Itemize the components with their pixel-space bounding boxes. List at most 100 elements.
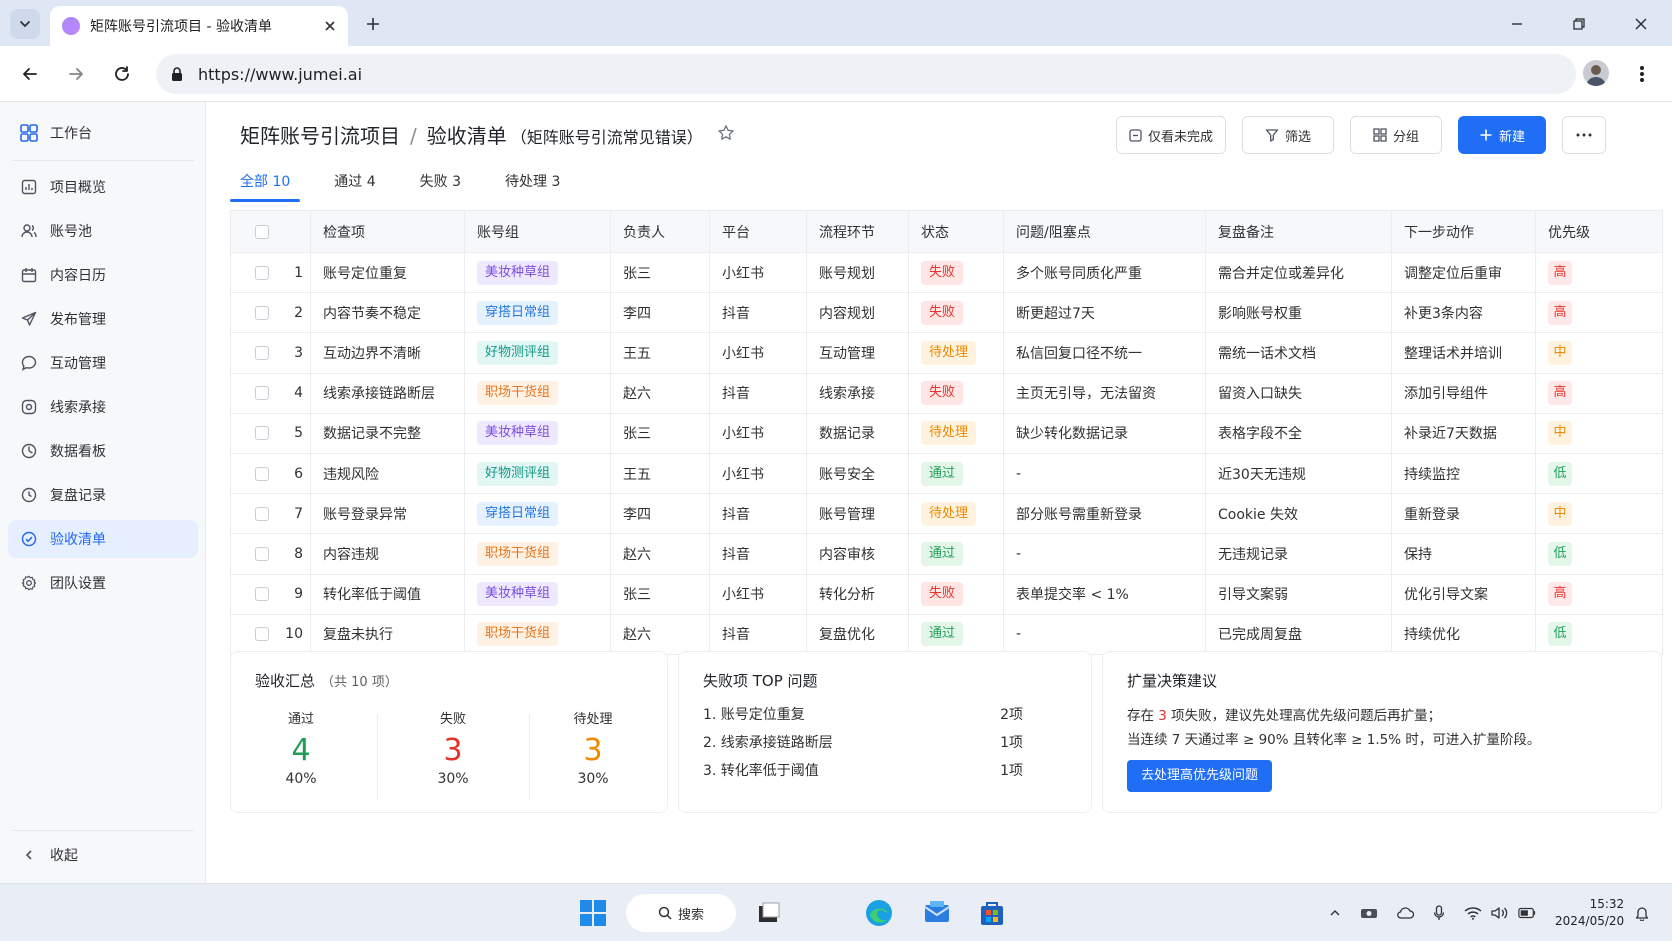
row-checkbox[interactable] [255, 466, 269, 481]
advice-title: 扩量决策建议 [1127, 672, 1218, 690]
table-row[interactable]: 5 数据记录不完整 美妆种草组 张三 小红书 数据记录 待处理 缺少转化数据记录 表格字段不全补… [230, 413, 1663, 454]
table-row[interactable]: 10 复盘未执行 职场干货组 赵六 抖音 复盘优化 通过 - 已完成周复盘 持续优化低 [230, 614, 1663, 655]
battery-icon[interactable] [1518, 904, 1536, 922]
group-tag[interactable]: 美妆种草组 [477, 582, 559, 607]
sidebar-item-dashboard[interactable]: 数据看板 [8, 432, 198, 470]
column-header[interactable]: 账号组 [464, 210, 611, 253]
tab-fail[interactable]: 失败 3 [410, 162, 471, 202]
column-header[interactable]: 问题/阻塞点 [1003, 210, 1206, 253]
row-checkbox[interactable] [255, 305, 269, 320]
mail-app-icon[interactable] [922, 898, 952, 928]
minimize-button[interactable] [1502, 10, 1532, 38]
table-row[interactable]: 2 内容节奏不稳定 穿搭日常组 李四 抖音 内容规划 失败 断更超过7天 影响账号权重 补更3条内… [230, 292, 1663, 334]
row-number: 8 [294, 545, 303, 562]
sidebar-item-overview[interactable]: 项目概览 [8, 168, 198, 206]
url-field[interactable]: https://www.jumei.ai [156, 54, 1576, 94]
browser-menu-button[interactable] [1630, 60, 1654, 88]
sidebar-item-review[interactable]: 复盘记录 [8, 476, 198, 514]
sidebar-item-workbench[interactable]: 工作台 [8, 114, 198, 152]
table-row[interactable]: 8 内容违规 职场干货组 赵六 抖音 内容审核 通过 - 无违规记录 保持低 [230, 533, 1663, 575]
sidebar-item-accounts[interactable]: 账号池 [8, 212, 198, 250]
column-header[interactable]: 状态 [908, 210, 1004, 253]
taskbar-search[interactable]: 搜索 [626, 894, 736, 932]
windows-start-icon[interactable] [578, 898, 608, 928]
group-tag[interactable]: 穿搭日常组 [477, 300, 559, 325]
stat-fail: 失败 3 30% [383, 708, 523, 787]
cell-stage: 数据记录 [806, 413, 909, 454]
store-app-icon[interactable] [977, 898, 1007, 928]
row-checkbox[interactable] [255, 386, 269, 401]
table-row[interactable]: 6 违规风险 好物测评组 王五 小红书 账号安全 通过 - 近30天无违规 持续监控低 [230, 453, 1663, 495]
group-tag[interactable]: 职场干货组 [477, 381, 559, 406]
column-header[interactable]: 负责人 [610, 210, 710, 253]
column-header[interactable]: 复盘备注 [1205, 210, 1392, 253]
table-row[interactable]: 1 账号定位重复 美妆种草组 张三 小红书 账号规划 失败 多个账号同质化严重 需合并定位或差异… [230, 252, 1663, 294]
sidebar-item-team-settings[interactable]: 团队设置 [8, 564, 198, 602]
task-view-icon[interactable] [754, 898, 784, 928]
more-button[interactable] [1562, 116, 1606, 154]
stat-percent: 30% [577, 771, 609, 787]
select-all-checkbox[interactable] [255, 224, 269, 239]
reload-button[interactable] [108, 60, 136, 88]
star-icon[interactable] [717, 124, 735, 146]
row-checkbox[interactable] [255, 265, 269, 280]
column-header[interactable]: 优先级 [1535, 210, 1663, 253]
column-header[interactable]: 平台 [709, 210, 807, 253]
back-button[interactable] [16, 60, 44, 88]
restore-button[interactable] [1564, 10, 1594, 38]
only-unfinished-button[interactable]: 仅看未完成 [1116, 116, 1226, 154]
row-checkbox[interactable] [255, 627, 269, 642]
cell-status: 待处理 [908, 413, 1004, 454]
sidebar-item-calendar[interactable]: 内容日历 [8, 256, 198, 294]
row-checkbox[interactable] [255, 506, 269, 521]
forward-button[interactable] [62, 60, 90, 88]
group-tag[interactable]: 好物测评组 [477, 340, 559, 365]
notification-bell-icon[interactable] [1633, 904, 1651, 922]
volume-icon[interactable] [1490, 904, 1508, 922]
close-tab-icon[interactable] [324, 20, 336, 32]
tab-all[interactable]: 全部 10 [230, 162, 301, 202]
sidebar-item-checklist[interactable]: 验收清单 [8, 520, 198, 558]
row-checkbox[interactable] [255, 426, 269, 441]
tray-app-icon[interactable] [1360, 904, 1378, 922]
table-row[interactable]: 7 账号登录异常 穿搭日常组 李四 抖音 账号管理 待处理 部分账号需重新登录 Cookie 失… [230, 493, 1663, 535]
breadcrumb-project[interactable]: 矩阵账号引流项目 [240, 120, 400, 149]
column-header[interactable]: 流程环节 [806, 210, 909, 253]
browser-tab-active[interactable]: 矩阵账号引流项目 - 验收清单 [50, 6, 348, 46]
filter-button[interactable]: 筛选 [1242, 116, 1334, 154]
sidebar-item-interaction[interactable]: 互动管理 [8, 344, 198, 382]
tab-search-button[interactable] [10, 9, 40, 39]
stat-label: 失败 [439, 712, 466, 727]
microphone-icon[interactable] [1430, 904, 1448, 922]
group-tag[interactable]: 职场干货组 [477, 541, 559, 566]
new-tab-button[interactable] [360, 11, 386, 37]
wifi-icon[interactable] [1464, 904, 1482, 922]
row-checkbox[interactable] [255, 546, 269, 561]
group-button[interactable]: 分组 [1350, 116, 1442, 154]
group-tag[interactable]: 穿搭日常组 [477, 501, 559, 526]
column-header[interactable]: 下一步动作 [1391, 210, 1536, 253]
sidebar-item-publish[interactable]: 发布管理 [8, 300, 198, 338]
sidebar-item-leads[interactable]: 线索承接 [8, 388, 198, 426]
table-row[interactable]: 4 线索承接链路断层 职场干货组 赵六 抖音 线索承接 失败 主页无引导，无法留资 留资入口缺失… [230, 373, 1663, 414]
chevron-up-icon[interactable] [1326, 904, 1344, 922]
column-header[interactable]: 检查项 [310, 210, 465, 253]
edge-browser-icon[interactable] [864, 898, 894, 928]
group-tag[interactable]: 职场干货组 [477, 622, 559, 647]
table-row[interactable]: 9 转化率低于阈值 美妆种草组 张三 小红书 转化分析 失败 表单提交率 < 1% 引导文案弱优… [230, 574, 1663, 615]
new-button[interactable]: 新建 [1458, 116, 1546, 154]
tab-pending[interactable]: 待处理 3 [495, 162, 570, 202]
group-tag[interactable]: 美妆种草组 [477, 260, 559, 285]
group-tag[interactable]: 美妆种草组 [477, 421, 559, 446]
taskbar-clock[interactable]: 15:32 2024/05/20 [1555, 896, 1624, 930]
close-window-button[interactable] [1626, 10, 1656, 38]
handle-high-priority-button[interactable]: 去处理高优先级问题 [1127, 760, 1273, 792]
table-row[interactable]: 3 互动边界不清晰 好物测评组 王五 小红书 互动管理 待处理 私信回复口径不统一 需统一话术文… [230, 332, 1663, 374]
row-checkbox[interactable] [255, 345, 269, 360]
row-checkbox[interactable] [255, 587, 269, 602]
tab-pass[interactable]: 通过 4 [324, 162, 385, 202]
sidebar-collapse-button[interactable]: 收起 [8, 836, 198, 874]
cloud-icon[interactable] [1396, 904, 1414, 922]
profile-avatar[interactable] [1583, 60, 1609, 86]
group-tag[interactable]: 好物测评组 [477, 461, 559, 486]
